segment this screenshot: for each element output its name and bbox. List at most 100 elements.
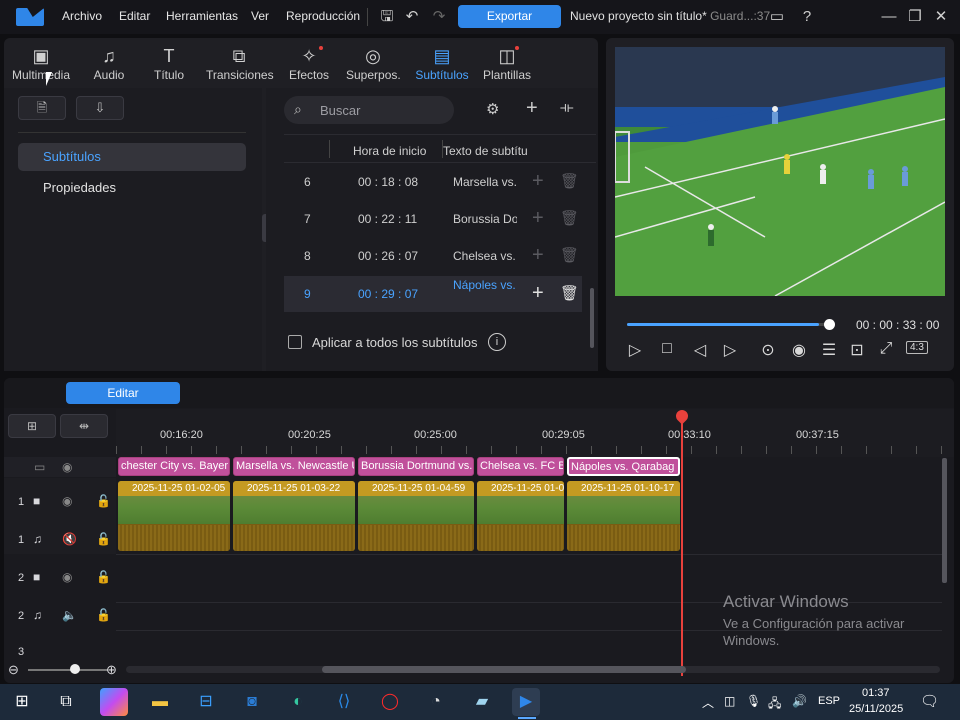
tab-subtitulos[interactable]: ▤ Subtítulos <box>412 44 472 88</box>
next-frame-icon[interactable]: ▷ <box>720 340 740 360</box>
zoom-fit-icon[interactable]: ⊡ <box>847 340 867 360</box>
stop-icon[interactable]: □ <box>657 340 677 358</box>
tab-multimedia[interactable]: ▣ Multimedia <box>8 44 74 88</box>
network-icon[interactable]: 🖧 <box>768 694 781 715</box>
clock-date[interactable]: 25/11/2025 <box>849 703 903 715</box>
notepad-icon[interactable]: ▰ <box>468 688 496 716</box>
tab-plantillas[interactable]: ◫ Plantillas <box>482 44 532 88</box>
preview-scrub-handle[interactable] <box>824 319 835 330</box>
subtitle-row-selected[interactable]: 9 00 : 29 : 07 Nápoles vs. Qarabag + 🗑 <box>284 276 582 312</box>
save-icon[interactable]: 🖫 <box>378 8 396 26</box>
info-icon[interactable]: i <box>488 333 506 351</box>
download-subtitle-button[interactable]: ⇩ <box>76 96 124 120</box>
fullscreen-icon[interactable]: ⤢ <box>876 340 896 358</box>
trash-icon[interactable]: 🗑 <box>560 209 579 227</box>
lock-icon[interactable]: 🔓 <box>96 494 111 508</box>
video-clip[interactable]: 2025-11-25 01-03-22 <box>233 481 355 551</box>
menu-ver[interactable]: Ver <box>251 9 269 23</box>
language-indicator[interactable]: ESP <box>818 695 840 707</box>
layout-icon[interactable]: ▭ <box>768 8 786 26</box>
close-icon[interactable]: ✕ <box>932 8 950 26</box>
zoom-slider[interactable] <box>28 669 108 671</box>
clock-time[interactable]: 01:37 <box>862 687 890 699</box>
add-row-icon[interactable]: + <box>532 244 544 267</box>
outlook-icon[interactable]: ◙ <box>238 688 266 716</box>
windows-start-icon[interactable]: ⊞ <box>8 688 36 716</box>
trash-icon[interactable]: 🗑 <box>560 172 579 190</box>
add-row-icon[interactable]: + <box>532 207 544 230</box>
tray-app-icon[interactable]: ◫ <box>724 694 735 708</box>
subtitle-clip[interactable]: Borussia Dortmund vs. <box>358 457 474 476</box>
preview-progress-track[interactable] <box>627 323 829 326</box>
volume-icon[interactable]: 🔈 <box>62 608 77 622</box>
split-subtitle-icon[interactable]: ⟛ <box>560 99 574 116</box>
add-row-icon[interactable]: + <box>532 170 544 193</box>
horizontal-scrollbar[interactable] <box>126 666 940 673</box>
video-clip[interactable]: 2025-11-25 01-0 <box>477 481 564 551</box>
tab-transiciones[interactable]: ⧉ Transiciones <box>206 44 274 88</box>
add-subtitle-icon[interactable]: + <box>526 97 538 120</box>
recorder-icon[interactable]: ◔ <box>422 688 450 716</box>
subtitle-clip[interactable]: chester City vs. Bayer ( <box>118 457 230 476</box>
timeline-fit-button[interactable]: ⇹ <box>60 414 108 438</box>
subtitle-settings-icon[interactable]: ⚙ <box>486 100 499 118</box>
add-row-icon[interactable]: + <box>532 282 544 305</box>
export-button[interactable]: Exportar <box>458 5 561 28</box>
sidebar-item-propiedades[interactable]: Propiedades <box>18 174 246 202</box>
table-scrollbar[interactable] <box>590 288 594 348</box>
lock-icon[interactable]: 🔓 <box>96 532 111 546</box>
mute-icon[interactable]: 🔇 <box>62 532 77 546</box>
powerdirector-taskbar-icon[interactable]: ▶ <box>512 688 540 716</box>
previous-frame-icon[interactable]: ◁ <box>690 340 710 360</box>
search-input[interactable]: ⌕ Buscar <box>284 96 454 124</box>
subtitle-row[interactable]: 6 00 : 18 : 08 Marsella vs. Newcastle + … <box>284 164 582 200</box>
eye-icon[interactable]: ◉ <box>62 570 72 584</box>
minimize-icon[interactable]: — <box>880 8 898 26</box>
subtitle-toggle-icon[interactable]: ☰ <box>819 340 839 360</box>
store-icon[interactable]: ⊟ <box>192 688 220 716</box>
import-subtitle-button[interactable]: 🗎 <box>18 96 66 120</box>
task-view-icon[interactable]: ⧉ <box>52 688 80 716</box>
eye-icon[interactable]: ◉ <box>62 494 72 508</box>
subtitle-clip-selected[interactable]: Nápoles vs. Qarabag <box>567 457 680 476</box>
video-clip[interactable]: 2025-11-25 01-04-59 <box>358 481 474 551</box>
zoom-out-icon[interactable]: ⊖ <box>8 662 19 678</box>
edit-mode-button[interactable]: Editar <box>66 382 180 404</box>
file-explorer-icon[interactable]: ▬ <box>146 688 174 716</box>
subtitle-row[interactable]: 8 00 : 26 : 07 Chelsea vs. FC Barcelona … <box>284 238 582 274</box>
video-clip[interactable]: 2025-11-25 01-10-17 <box>567 481 680 551</box>
tray-chevron-icon[interactable]: ︿ <box>702 694 714 711</box>
tab-efectos[interactable]: ✧ Efectos <box>286 44 332 88</box>
zoom-in-icon[interactable]: ⊕ <box>106 662 117 678</box>
timeline-add-button[interactable]: ⊞ <box>8 414 56 438</box>
apply-all-checkbox[interactable] <box>288 335 302 349</box>
edge-icon[interactable]: ◐ <box>284 688 312 716</box>
menu-herramientas[interactable]: Herramientas <box>166 9 238 23</box>
aspect-ratio-button[interactable]: 4:3 <box>906 341 928 354</box>
play-icon[interactable]: ▷ <box>625 340 645 360</box>
redo-icon[interactable]: ↷ <box>430 8 448 26</box>
playhead[interactable] <box>681 414 683 676</box>
menu-editar[interactable]: Editar <box>119 9 150 23</box>
lock-icon[interactable]: 🔓 <box>96 608 111 622</box>
volume-icon[interactable]: ◉ <box>789 340 809 360</box>
subtitle-row[interactable]: 7 00 : 22 : 11 Borussia Dortmund vs + 🗑 <box>284 201 582 237</box>
trash-icon[interactable]: 🗑 <box>560 246 579 264</box>
tab-superpos[interactable]: ◎ Superpos. <box>346 44 401 88</box>
tab-audio[interactable]: ♫ Audio <box>86 44 132 88</box>
lock-icon[interactable]: 🔓 <box>96 570 111 584</box>
video-clip[interactable]: 2025-11-25 01-02-05 <box>118 481 230 551</box>
help-icon[interactable]: ? <box>798 8 816 26</box>
zoom-slider-handle[interactable] <box>70 664 80 674</box>
opera-icon[interactable]: ◯ <box>376 688 404 716</box>
trash-icon[interactable]: 🗑 <box>560 284 579 302</box>
menu-reproduccion[interactable]: Reproducción <box>286 9 360 23</box>
snapshot-icon[interactable]: ⊙ <box>758 340 778 360</box>
menu-archivo[interactable]: Archivo <box>62 9 102 23</box>
vertical-scrollbar[interactable] <box>942 458 947 583</box>
restore-icon[interactable]: ❐ <box>906 8 924 26</box>
horizontal-scrollbar-thumb[interactable] <box>322 666 686 673</box>
sidebar-item-subtitulos[interactable]: Subtítulos <box>18 143 246 171</box>
subtitle-clip[interactable]: Chelsea vs. FC Ba <box>477 457 564 476</box>
copilot-icon[interactable] <box>100 688 128 716</box>
